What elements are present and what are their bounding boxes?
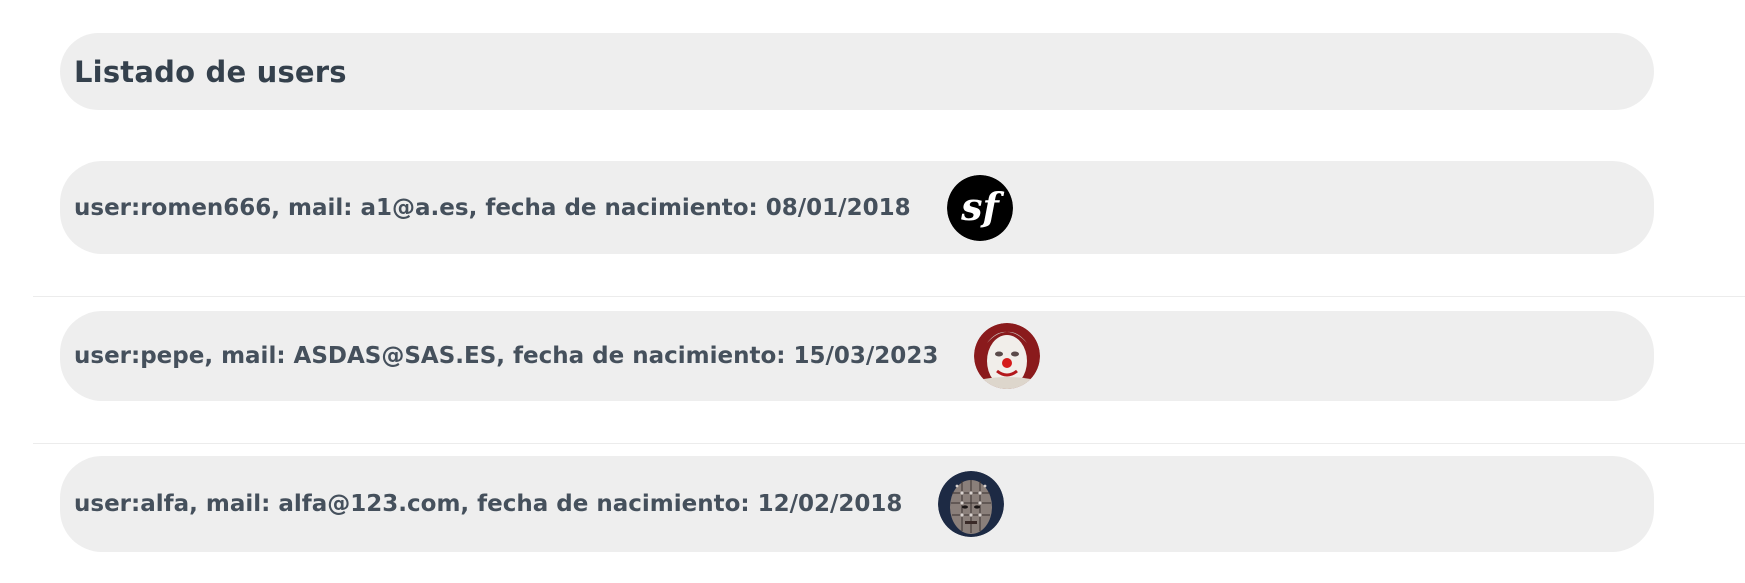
row-divider xyxy=(33,443,1745,444)
user-info-text: user:pepe, mail: ASDAS@SAS.ES, fecha de … xyxy=(74,343,939,369)
user-info-text: user:romen666, mail: a1@a.es, fecha de n… xyxy=(74,194,911,221)
page-title: Listado de users xyxy=(74,54,347,89)
row-divider xyxy=(33,296,1745,297)
svg-text:sf: sf xyxy=(960,184,1004,229)
clown-avatar-icon xyxy=(974,323,1041,389)
title-panel: Listado de users xyxy=(60,33,1654,110)
pinhead-avatar-icon xyxy=(938,471,1005,537)
symfony-logo-icon: sf xyxy=(946,174,1013,241)
user-list-item: user:alfa, mail: alfa@123.com, fecha de … xyxy=(60,456,1654,552)
users-list-page: Listado de users user:romen666, mail: a1… xyxy=(0,0,1745,583)
user-list-item: user:romen666, mail: a1@a.es, fecha de n… xyxy=(60,161,1654,254)
user-info-text: user:alfa, mail: alfa@123.com, fecha de … xyxy=(74,491,903,517)
user-list-item: user:pepe, mail: ASDAS@SAS.ES, fecha de … xyxy=(60,311,1654,401)
